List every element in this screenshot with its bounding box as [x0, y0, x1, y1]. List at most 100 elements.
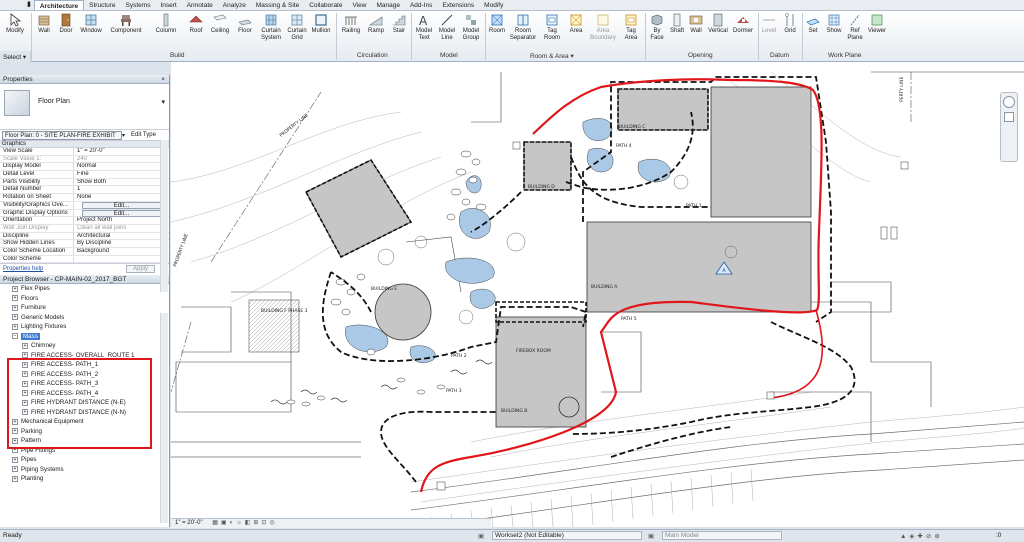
- column-button[interactable]: Column: [153, 13, 179, 35]
- level-button[interactable]: Level: [761, 13, 777, 35]
- property-row[interactable]: Color Scheme Location Background: [0, 247, 169, 256]
- navigation-bar[interactable]: [1000, 92, 1018, 162]
- ref-plane-button[interactable]: Ref Plane: [845, 13, 865, 42]
- area-button[interactable]: Area: [566, 13, 586, 35]
- view-scale[interactable]: 1" = 20'-0": [175, 520, 203, 526]
- type-selector[interactable]: Floor Plan ▾: [0, 84, 169, 130]
- ramp-button[interactable]: Ramp: [366, 13, 386, 35]
- property-row[interactable]: Detail Level Fine: [0, 171, 169, 179]
- browser-item[interactable]: + Chimney: [0, 341, 169, 351]
- design-option-select[interactable]: Main Model: [662, 531, 782, 540]
- property-value[interactable]: Background: [74, 248, 169, 255]
- ceiling-button[interactable]: Ceiling: [208, 13, 232, 35]
- steering-wheel-icon[interactable]: [1003, 96, 1015, 108]
- browser-item[interactable]: + Generic Models: [0, 313, 169, 323]
- tab-manage[interactable]: Manage: [371, 0, 405, 10]
- browser-item[interactable]: + Pipes: [0, 455, 169, 465]
- tab-view[interactable]: View: [347, 0, 371, 10]
- floor-button[interactable]: Floor: [235, 13, 255, 35]
- tab-structure[interactable]: Structure: [84, 0, 120, 10]
- property-row[interactable]: Discipline Architectural: [0, 232, 169, 241]
- property-value[interactable]: 1" = 20'-0": [74, 148, 169, 155]
- expand-icon[interactable]: +: [12, 304, 18, 311]
- tab-annotate[interactable]: Annotate: [182, 0, 218, 10]
- select-dropdown[interactable]: Select ▾: [0, 51, 31, 62]
- tab-add-ins[interactable]: Add-Ins: [405, 0, 437, 10]
- edit-type-button[interactable]: Edit Type: [131, 132, 156, 138]
- apply-button[interactable]: Apply: [125, 265, 155, 274]
- properties-scrollbar[interactable]: [160, 140, 168, 292]
- stair-button[interactable]: Stair: [389, 13, 409, 35]
- curtain-system-button[interactable]: Curtain System: [258, 13, 284, 42]
- viewer-button[interactable]: Viewer: [866, 13, 888, 35]
- window-button[interactable]: Window: [78, 13, 104, 35]
- vertical-opening-button[interactable]: Vertical: [706, 13, 730, 35]
- browser-item[interactable]: + Flex Pipes: [0, 284, 169, 294]
- browser-item[interactable]: + Furniture: [0, 303, 169, 313]
- set-button[interactable]: Set: [805, 13, 821, 35]
- chevron-down-icon[interactable]: ▾: [161, 98, 165, 106]
- property-value[interactable]: 240: [74, 156, 169, 163]
- property-row[interactable]: Show Hidden Lines By Discipline: [0, 240, 169, 248]
- property-row[interactable]: Parts Visibility Show Both: [0, 178, 169, 187]
- tab-collaborate[interactable]: Collaborate: [304, 0, 347, 10]
- railing-button[interactable]: Railing: [340, 13, 362, 35]
- expand-icon[interactable]: +: [12, 456, 18, 463]
- room-separator-button[interactable]: Room Separator: [508, 13, 538, 42]
- tag-area-button[interactable]: Tag Area: [620, 13, 642, 42]
- browser-item[interactable]: + Planting: [0, 474, 169, 484]
- close-icon[interactable]: ×: [161, 75, 165, 84]
- tab-massing-site[interactable]: Massing & Site: [251, 0, 304, 10]
- view-control-icons[interactable]: ▦▣◐☼◧⊞⊡◎: [212, 520, 277, 526]
- graphics-section-header[interactable]: Graphics: [0, 141, 169, 148]
- property-value[interactable]: Project North: [74, 217, 169, 224]
- tab-analyze[interactable]: Analyze: [218, 0, 251, 10]
- room-button[interactable]: Room: [487, 13, 507, 35]
- chevron-down-icon[interactable]: ▾: [122, 132, 125, 139]
- model-text-button[interactable]: A Model Text: [413, 13, 435, 42]
- property-value[interactable]: Fine: [74, 171, 169, 178]
- property-value[interactable]: 1: [74, 186, 169, 193]
- property-value[interactable]: Clean all wall joins: [74, 225, 169, 232]
- status-tool-icons[interactable]: ▲◈✚⊘⊕: [900, 532, 943, 540]
- tag-room-button[interactable]: Tag Room: [540, 13, 564, 42]
- shaft-button[interactable]: Shaft: [668, 13, 686, 35]
- roof-button[interactable]: Roof: [186, 13, 206, 35]
- edit-button[interactable]: Edit...: [82, 209, 161, 217]
- tab-extensions[interactable]: Extensions: [437, 0, 479, 10]
- property-value[interactable]: By Discipline: [74, 240, 169, 247]
- property-value[interactable]: None: [74, 194, 169, 201]
- dormer-button[interactable]: Dormer: [731, 13, 755, 35]
- component-button[interactable]: Component: [108, 13, 144, 35]
- wall-opening-button[interactable]: Wall: [688, 13, 704, 35]
- browser-item[interactable]: + Piping Systems: [0, 465, 169, 475]
- property-row[interactable]: Graphic Display Options Edit...: [0, 209, 169, 218]
- property-row[interactable]: Display Model Normal: [0, 163, 169, 172]
- property-row[interactable]: Rotation on Sheet None: [0, 194, 169, 202]
- property-value[interactable]: Architectural: [74, 233, 169, 240]
- browser-item[interactable]: + Floors: [0, 294, 169, 304]
- property-row[interactable]: Color Scheme: [0, 255, 169, 264]
- property-row[interactable]: Orientation Project North: [0, 217, 169, 225]
- expand-icon[interactable]: +: [12, 475, 18, 482]
- model-group-button[interactable]: Model Group: [459, 13, 483, 42]
- property-value[interactable]: Show Both: [74, 179, 169, 186]
- browser-scrollbar[interactable]: [160, 313, 168, 523]
- property-row[interactable]: Detail Number 1: [0, 186, 169, 195]
- browser-item[interactable]: + Lighting Fixtures: [0, 322, 169, 332]
- expand-icon[interactable]: +: [12, 466, 18, 473]
- modify-button[interactable]: Modify: [3, 13, 27, 35]
- collapse-icon[interactable]: −: [12, 333, 18, 340]
- tab-architecture[interactable]: Architecture: [33, 0, 85, 10]
- property-value[interactable]: Normal: [74, 163, 169, 170]
- tab-modify[interactable]: Modify: [479, 0, 508, 10]
- mullion-button[interactable]: Mullion: [309, 13, 333, 35]
- property-row[interactable]: Visibility/Graphics Ove... Edit...: [0, 201, 169, 210]
- drawing-canvas[interactable]: A PROPERTY LINE PROPERTY LINE PERTY LINE…: [171, 62, 1024, 527]
- property-row[interactable]: Wall Join Display Clean all wall joins: [0, 224, 169, 233]
- expand-icon[interactable]: +: [22, 342, 28, 349]
- property-row[interactable]: View Scale 1" = 20'-0": [0, 148, 169, 156]
- area-boundary-button[interactable]: Area Boundary: [588, 13, 618, 42]
- wall-button[interactable]: Wall: [35, 13, 53, 35]
- model-line-button[interactable]: Model Line: [436, 13, 458, 42]
